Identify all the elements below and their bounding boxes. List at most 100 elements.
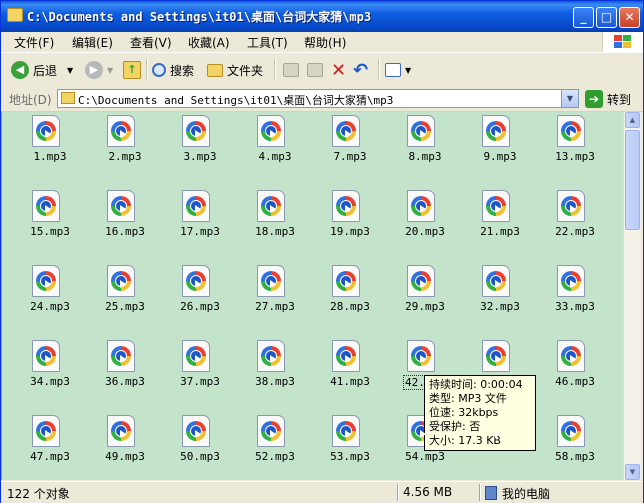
tooltip-bitrate: 位速: 32kbps (429, 406, 499, 419)
folders-button[interactable]: 文件夹 (207, 59, 263, 81)
file-item[interactable]: 32.mp3 (456, 262, 531, 337)
file-item[interactable]: 4.mp3 (231, 112, 306, 187)
scroll-up-button[interactable]: ▲ (625, 112, 640, 128)
go-button[interactable]: ➔ 转到 (585, 89, 641, 109)
minimize-button[interactable]: _ (573, 7, 594, 28)
back-dropdown-icon[interactable]: ▼ (67, 66, 73, 75)
copy-to-button[interactable] (307, 59, 327, 81)
media-disc-icon (36, 346, 56, 366)
address-bar: 地址(D) C:\Documents and Settings\it01\桌面\… (1, 87, 643, 112)
forward-button[interactable]: ▶ ▼ (85, 59, 113, 81)
move-to-button[interactable] (283, 59, 303, 81)
media-disc-icon (336, 271, 356, 291)
menu-favorites[interactable]: 收藏(A) (188, 34, 230, 51)
address-input[interactable]: C:\Documents and Settings\it01\桌面\台词大家猜\… (57, 89, 579, 108)
file-item[interactable]: 27.mp3 (231, 262, 306, 337)
media-disc-icon (261, 346, 281, 366)
forward-arrow-icon: ▶ (85, 61, 103, 79)
menu-view[interactable]: 查看(V) (130, 34, 172, 51)
mp3-file-icon (557, 190, 585, 222)
play-icon (45, 280, 51, 288)
file-item[interactable]: 15.mp3 (6, 187, 81, 262)
tooltip-duration: 持续时间: 0:00:04 (429, 378, 523, 391)
mp3-file-icon (257, 340, 285, 372)
media-disc-icon (186, 271, 206, 291)
forward-dropdown-icon[interactable]: ▼ (107, 66, 113, 75)
maximize-button[interactable]: □ (596, 7, 617, 28)
window-title: C:\Documents and Settings\it01\桌面\台词大家猜\… (27, 10, 372, 24)
windows-flag-icon (614, 35, 632, 49)
play-icon (420, 205, 426, 213)
title-bar[interactable]: C:\Documents and Settings\it01\桌面\台词大家猜\… (1, 1, 643, 32)
up-button[interactable]: ↑ (123, 59, 145, 81)
file-item[interactable]: 9.mp3 (456, 112, 531, 187)
file-item[interactable]: 52.mp3 (231, 412, 306, 480)
file-item[interactable]: 33.mp3 (531, 262, 606, 337)
file-item[interactable]: 49.mp3 (81, 412, 156, 480)
menu-help[interactable]: 帮助(H) (304, 34, 346, 51)
file-item[interactable]: 1.mp3 (6, 112, 81, 187)
file-item[interactable]: 58.mp3 (531, 412, 606, 480)
media-disc-icon (336, 121, 356, 141)
mp3-file-icon (182, 190, 210, 222)
file-item[interactable]: 34.mp3 (6, 337, 81, 412)
file-item[interactable]: 16.mp3 (81, 187, 156, 262)
file-item[interactable]: 41.mp3 (306, 337, 381, 412)
file-item[interactable]: 19.mp3 (306, 187, 381, 262)
search-button[interactable]: 搜索 (152, 59, 194, 81)
views-dropdown-icon[interactable]: ▼ (405, 66, 411, 75)
views-button[interactable]: ▼ (385, 59, 411, 81)
mp3-file-icon (557, 415, 585, 447)
windows-logo (602, 32, 643, 52)
file-item[interactable]: 24.mp3 (6, 262, 81, 337)
file-item[interactable]: 47.mp3 (6, 412, 81, 480)
play-icon (495, 355, 501, 363)
back-button[interactable]: ◀ 后退 ▼ (11, 59, 73, 81)
play-icon (270, 430, 276, 438)
play-icon (270, 280, 276, 288)
move-to-icon (283, 63, 299, 77)
toolbar: ◀ 后退 ▼ ▶ ▼ ↑ 搜索 文件夹 ✕ ↶ ▼ (1, 53, 643, 88)
undo-button[interactable]: ↶ (353, 59, 368, 81)
file-item[interactable]: 53.mp3 (306, 412, 381, 480)
file-item[interactable]: 29.mp3 (381, 262, 456, 337)
file-item[interactable]: 28.mp3 (306, 262, 381, 337)
back-label: 后退 (33, 63, 58, 78)
menu-tools[interactable]: 工具(T) (247, 34, 288, 51)
file-item[interactable]: 13.mp3 (531, 112, 606, 187)
scroll-down-button[interactable]: ▼ (625, 464, 640, 480)
file-item[interactable]: 21.mp3 (456, 187, 531, 262)
file-item[interactable]: 50.mp3 (156, 412, 231, 480)
file-item[interactable]: 36.mp3 (81, 337, 156, 412)
mp3-file-icon (332, 190, 360, 222)
media-disc-icon (111, 271, 131, 291)
file-item[interactable]: 25.mp3 (81, 262, 156, 337)
file-item[interactable]: 38.mp3 (231, 337, 306, 412)
file-item[interactable]: 8.mp3 (381, 112, 456, 187)
media-disc-icon (186, 196, 206, 216)
mp3-file-icon (107, 115, 135, 147)
scroll-thumb[interactable] (625, 130, 640, 230)
file-item[interactable]: 46.mp3 (531, 337, 606, 412)
address-dropdown-icon[interactable]: ▼ (561, 90, 578, 107)
delete-button[interactable]: ✕ (331, 59, 346, 81)
file-item[interactable]: 20.mp3 (381, 187, 456, 262)
file-name: 22.mp3 (555, 225, 595, 238)
status-total-size: 4.56 MB (403, 485, 453, 499)
file-item[interactable]: 26.mp3 (156, 262, 231, 337)
file-item[interactable]: 3.mp3 (156, 112, 231, 187)
file-item[interactable]: 17.mp3 (156, 187, 231, 262)
play-icon (420, 130, 426, 138)
file-item[interactable]: 18.mp3 (231, 187, 306, 262)
close-button[interactable]: ✕ (619, 7, 640, 28)
menu-file[interactable]: 文件(F) (14, 34, 54, 51)
play-icon (120, 355, 126, 363)
vertical-scrollbar[interactable]: ▲ ▼ (623, 112, 641, 480)
mp3-file-icon (332, 265, 360, 297)
file-item[interactable]: 22.mp3 (531, 187, 606, 262)
file-item[interactable]: 2.mp3 (81, 112, 156, 187)
menu-edit[interactable]: 编辑(E) (72, 34, 113, 51)
media-disc-icon (561, 121, 581, 141)
file-item[interactable]: 37.mp3 (156, 337, 231, 412)
file-item[interactable]: 7.mp3 (306, 112, 381, 187)
